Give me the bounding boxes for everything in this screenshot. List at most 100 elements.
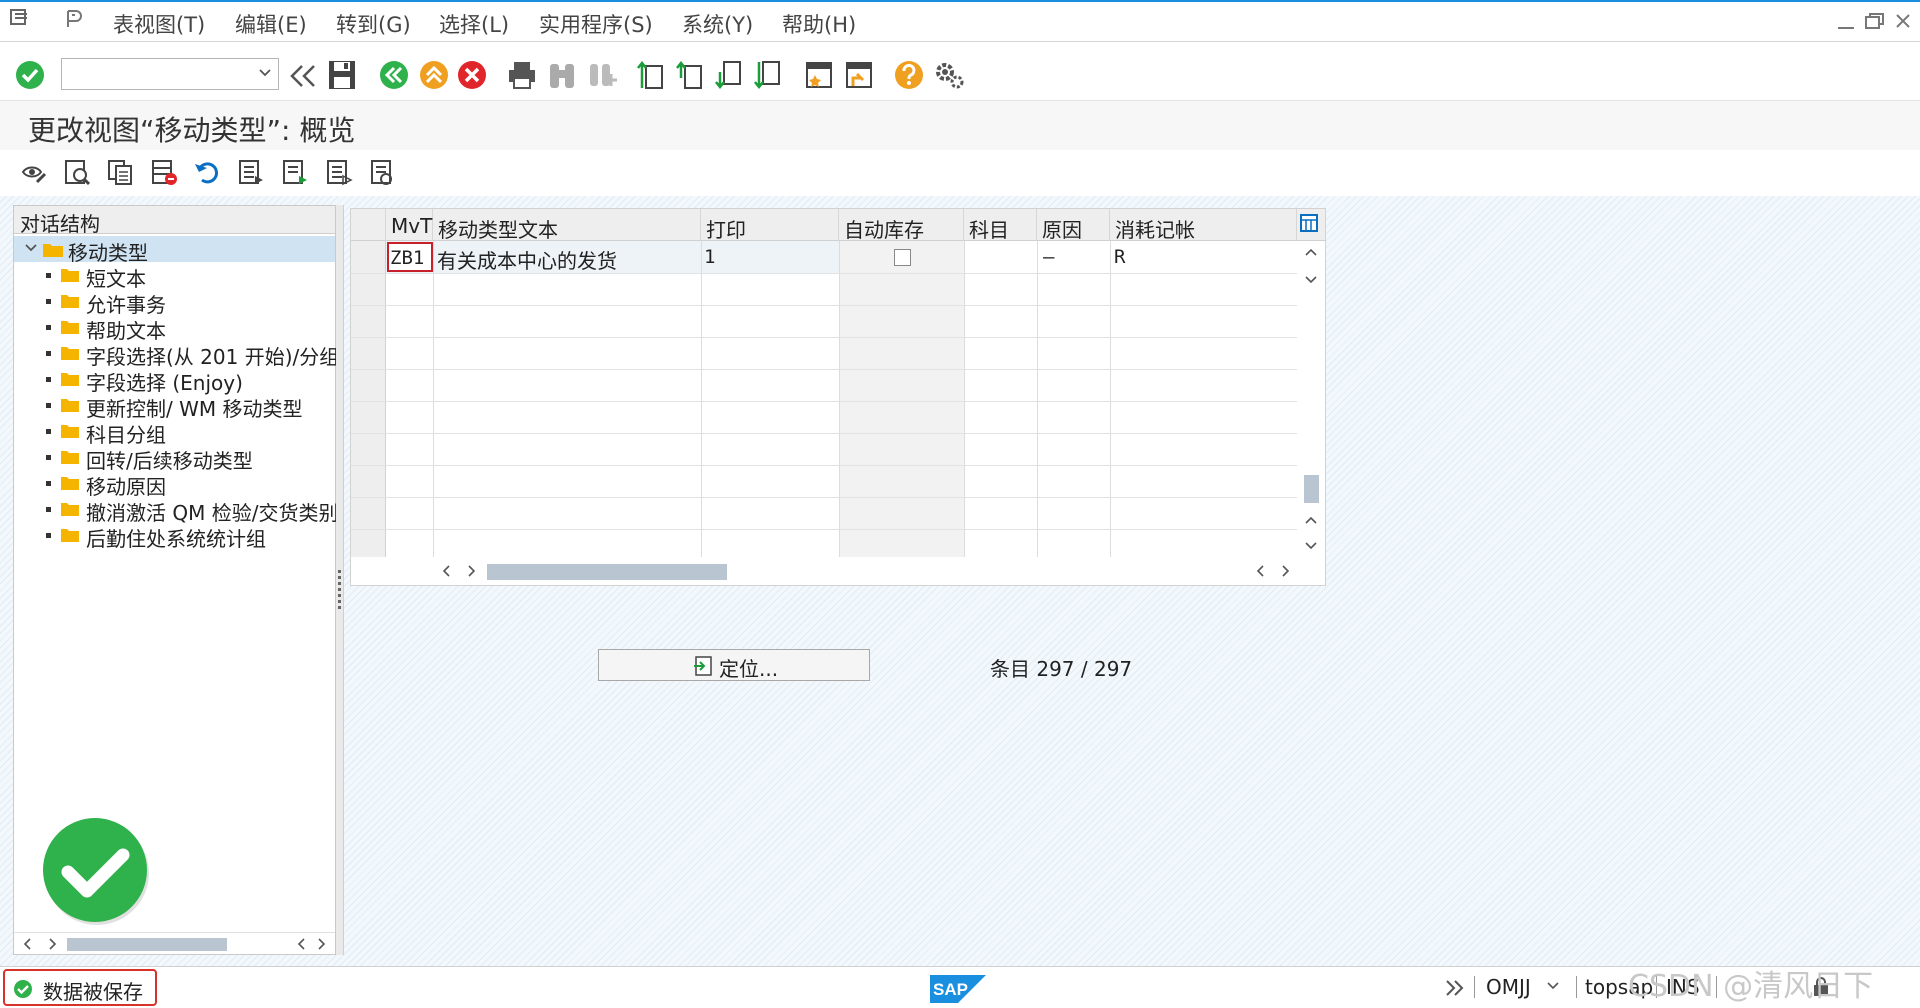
chevron-down-icon[interactable]: [24, 242, 38, 254]
menu-utilities[interactable]: 实用程序(S): [539, 9, 653, 39]
scroll-thumb[interactable]: [487, 564, 727, 580]
table-settings-icon[interactable]: [1297, 209, 1325, 241]
menu-icon[interactable]: [10, 8, 32, 28]
row-selector-column[interactable]: [351, 241, 386, 557]
delete-icon[interactable]: [150, 158, 178, 186]
close-icon[interactable]: [1894, 12, 1912, 30]
save-icon[interactable]: [328, 60, 356, 90]
table-horizontal-scrollbar[interactable]: [351, 557, 1325, 585]
tree-horizontal-scrollbar[interactable]: [14, 932, 335, 954]
column-header-text[interactable]: 移动类型文本: [433, 209, 701, 242]
scroll-right-icon[interactable]: [467, 564, 477, 578]
menu-edit[interactable]: 编辑(E): [235, 9, 307, 39]
chevron-down-icon[interactable]: [1546, 981, 1560, 991]
cancel-icon[interactable]: [457, 60, 487, 90]
scroll-up-icon[interactable]: [1304, 515, 1318, 525]
position-button[interactable]: 定位...: [598, 649, 870, 681]
undo-icon[interactable]: [193, 158, 221, 186]
folder-icon: [60, 423, 80, 439]
movement-type-text[interactable]: 有关成本中心的发货: [437, 245, 617, 274]
tree-item[interactable]: 科目分组: [14, 418, 335, 447]
scroll-thumb[interactable]: [1304, 475, 1319, 503]
display-change-icon[interactable]: [19, 158, 47, 186]
column-header-account[interactable]: 科目: [964, 209, 1037, 242]
next-page-icon[interactable]: [714, 60, 744, 90]
consumption-value[interactable]: R: [1114, 246, 1125, 268]
tree-item[interactable]: 允许事务: [14, 288, 335, 317]
movement-type-table: MvT 移动类型文本 打印 自动库存 科目 原因 消耗记帐 ZB1 有关成本中心…: [350, 208, 1326, 586]
exit-icon[interactable]: [419, 60, 449, 90]
scroll-thumb[interactable]: [67, 938, 227, 951]
gear-icon[interactable]: [933, 60, 965, 90]
print-value[interactable]: 1: [704, 246, 715, 268]
scroll-left-icon[interactable]: [441, 564, 451, 578]
new-session-icon[interactable]: [803, 60, 833, 90]
reason-value[interactable]: –: [1043, 246, 1054, 268]
restore-icon[interactable]: [1864, 12, 1886, 30]
panel-splitter[interactable]: [336, 205, 344, 955]
folder-icon: [60, 371, 80, 387]
menu-goto[interactable]: 转到(G): [336, 9, 411, 39]
sap-gui-icon[interactable]: [64, 8, 86, 30]
find-icon[interactable]: [547, 60, 577, 90]
checkmark-icon[interactable]: [15, 60, 45, 90]
shortcut-icon[interactable]: [843, 60, 873, 90]
column-header-mvt[interactable]: MvT: [386, 209, 433, 241]
tree-item[interactable]: 撤消激活 QM 检验/交货类别: [14, 496, 338, 525]
find-next-icon[interactable]: [587, 60, 617, 90]
new-entries-icon[interactable]: [63, 158, 91, 186]
tree-bullet: [46, 377, 51, 382]
column-header-reason[interactable]: 原因: [1037, 209, 1110, 242]
print-view-icon[interactable]: [369, 158, 397, 186]
scroll-right-icon[interactable]: [317, 937, 327, 951]
column-header-auto-stock[interactable]: 自动库存: [839, 209, 964, 242]
minimize-icon[interactable]: [1836, 16, 1856, 30]
back-icon[interactable]: [379, 60, 409, 90]
tree-header-label: 对话结构: [20, 212, 100, 236]
select-all-icon[interactable]: [237, 158, 265, 186]
scroll-left-icon[interactable]: [296, 937, 306, 951]
deselect-all-icon[interactable]: [325, 158, 353, 186]
menu-help[interactable]: 帮助(H): [782, 9, 856, 39]
column-header-consumption[interactable]: 消耗记帐: [1110, 209, 1297, 242]
previous-page-icon[interactable]: [675, 60, 705, 90]
mvt-value: ZB1: [390, 247, 425, 269]
scroll-down-icon[interactable]: [1304, 275, 1318, 285]
scroll-down-icon[interactable]: [1304, 541, 1318, 551]
tree-item[interactable]: 字段选择 (Enjoy): [14, 366, 335, 395]
chevron-down-icon[interactable]: [258, 68, 272, 78]
transaction-code[interactable]: OMJJ: [1486, 975, 1531, 999]
tree-item[interactable]: 后勤住处系统统计组: [14, 522, 335, 551]
double-chevron-left-icon[interactable]: [288, 64, 318, 88]
scroll-right-icon[interactable]: [1281, 564, 1291, 578]
copy-as-icon[interactable]: [106, 158, 134, 186]
menu-table-view[interactable]: 表视图(T): [113, 9, 205, 39]
first-page-icon[interactable]: [636, 60, 666, 90]
row-selector-header[interactable]: [351, 209, 386, 241]
table-vertical-scrollbar[interactable]: [1297, 241, 1325, 557]
print-icon[interactable]: [507, 60, 537, 90]
tree-item[interactable]: 字段选择(从 201 开始)/分组: [14, 340, 339, 369]
tree-item[interactable]: 移动原因: [14, 470, 335, 499]
scroll-left-icon[interactable]: [22, 937, 32, 951]
tree-item[interactable]: 帮助文本: [14, 314, 335, 343]
last-page-icon[interactable]: [753, 60, 783, 90]
double-chevron-right-icon[interactable]: [1444, 979, 1466, 997]
menu-system[interactable]: 系统(Y): [682, 9, 753, 39]
scroll-up-icon[interactable]: [1304, 247, 1318, 257]
tree-item[interactable]: 更新控制/ WM 移动类型: [14, 392, 335, 421]
scroll-right-icon[interactable]: [48, 937, 58, 951]
tree-root-movement-type[interactable]: 移动类型: [14, 236, 335, 265]
select-block-icon[interactable]: [281, 158, 309, 186]
tree-item[interactable]: 回转/后续移动类型: [14, 444, 335, 473]
help-icon[interactable]: [894, 60, 924, 90]
command-field[interactable]: [61, 58, 279, 90]
menu-selection[interactable]: 选择(L): [439, 9, 509, 39]
tree-item[interactable]: 短文本: [14, 262, 335, 291]
mvt-input[interactable]: ZB1: [387, 242, 433, 272]
auto-stock-checkbox[interactable]: [894, 249, 911, 266]
scroll-left-icon[interactable]: [1255, 564, 1265, 578]
auto-stock-column-bg: [840, 241, 964, 557]
column-header-print[interactable]: 打印: [701, 209, 839, 242]
status-message[interactable]: 数据被保存: [3, 969, 157, 1006]
